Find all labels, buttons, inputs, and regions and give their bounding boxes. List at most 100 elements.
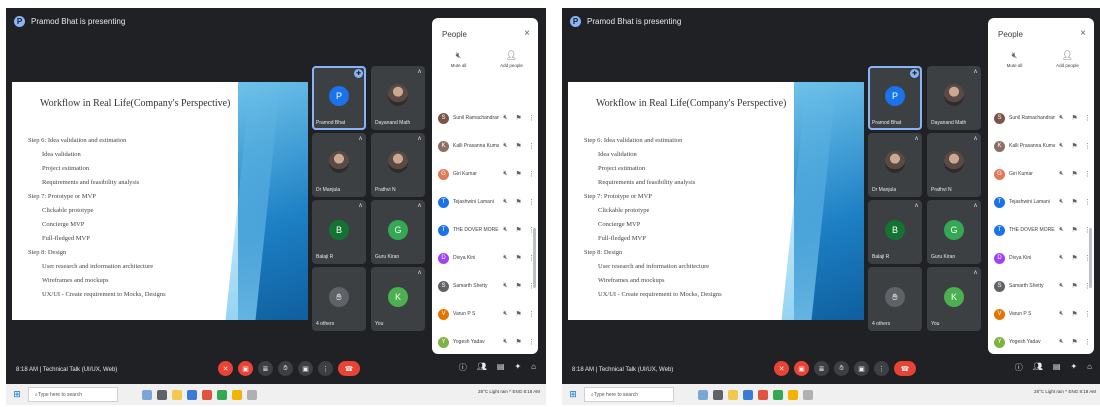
muted-mic-icon[interactable]: 🔇︎ xyxy=(1055,142,1068,150)
muted-mic-icon[interactable]: 🔇︎ xyxy=(499,198,512,206)
participant-row[interactable]: D Divya Kini 🔇︎ ⚑ ⋮ xyxy=(988,244,1094,272)
pin-icon[interactable]: ✚ xyxy=(910,69,919,78)
more-options-icon[interactable]: ⋮ xyxy=(1081,170,1094,178)
participant-tile[interactable]: Bʌ Balaji R xyxy=(312,200,366,264)
pin-icon[interactable]: ⚑ xyxy=(1068,226,1081,234)
muted-mic-icon[interactable]: 🔇︎ xyxy=(499,226,512,234)
mute-all-button[interactable]: 🔇︎ Mute all xyxy=(988,50,1041,84)
pin-icon[interactable]: ⚑ xyxy=(1068,254,1081,262)
taskbar-app-icon[interactable] xyxy=(142,389,152,400)
taskbar-app-icon[interactable] xyxy=(202,389,212,400)
muted-mic-icon[interactable]: 🔇︎ xyxy=(1055,254,1068,262)
taskbar-app-icon[interactable] xyxy=(803,389,813,400)
participant-row[interactable]: G Giri Kumar 🔇︎ ⚑ ⋮ xyxy=(988,160,1094,188)
participant-tile[interactable]: ʌ Dr Manjula xyxy=(868,133,922,197)
taskbar-app-icon[interactable] xyxy=(773,389,783,400)
more-options-icon[interactable]: ⋮ xyxy=(1081,114,1094,122)
taskbar-search-box[interactable]: ⌕ Type here to search xyxy=(28,387,118,402)
raise-hand-button[interactable]: ✋︎ xyxy=(834,361,849,376)
participant-tile[interactable]: Bʌ Balaji R xyxy=(868,200,922,264)
more-options-icon[interactable]: ⋮ xyxy=(525,114,538,122)
taskbar-app-icon[interactable] xyxy=(157,389,167,400)
add-people-button[interactable]: 👤︎ Add people xyxy=(485,50,538,84)
pin-icon[interactable]: ⚑ xyxy=(512,170,525,178)
muted-mic-icon[interactable]: 🔇︎ xyxy=(1055,114,1068,122)
taskbar-app-icon[interactable] xyxy=(758,389,768,400)
participant-tile[interactable]: P ✚ Pramod Bhat xyxy=(868,66,922,130)
end-call-button[interactable]: ☎ xyxy=(338,361,360,376)
participant-row[interactable]: Y Yogesh Yadav 🔇︎ ⚑ ⋮ xyxy=(988,328,1094,354)
more-options-icon[interactable]: ⋮ xyxy=(1081,226,1094,234)
muted-mic-icon[interactable]: 🔇︎ xyxy=(1055,198,1068,206)
participant-tile[interactable]: Kʌ You xyxy=(927,267,981,331)
participant-row[interactable]: T Tejashwini Lamani 🔇︎ ⚑ ⋮ xyxy=(988,188,1094,216)
participant-row[interactable]: S Sunil Ramachandran 🔇︎ ⚑ ⋮ xyxy=(988,104,1094,132)
more-options-icon[interactable]: ⋮ xyxy=(1081,338,1094,346)
muted-mic-icon[interactable]: 🔇︎ xyxy=(1055,338,1068,346)
pin-icon[interactable]: ⚑ xyxy=(1068,170,1081,178)
info-icon[interactable]: ⓘ xyxy=(1015,362,1023,373)
taskbar-app-icon[interactable] xyxy=(788,389,798,400)
chat-icon[interactable]: ▤ xyxy=(497,362,505,373)
end-call-button[interactable]: ☎ xyxy=(894,361,916,376)
captions-button[interactable]: ≣ xyxy=(814,361,829,376)
pin-icon[interactable]: ⚑ xyxy=(1068,142,1081,150)
muted-mic-icon[interactable]: 🔇︎ xyxy=(499,254,512,262)
chat-icon[interactable]: ▤ xyxy=(1053,362,1061,373)
windows-start-icon[interactable]: ⊞ xyxy=(566,388,580,402)
participant-row[interactable]: K Kalli Prasanna Kumar 🔇︎ ⚑ ⋮ xyxy=(988,132,1094,160)
participant-row[interactable]: T THE DOVER MORE 🔇︎ ⚑ ⋮ xyxy=(432,216,538,244)
participant-row[interactable]: V Varun P S 🔇︎ ⚑ ⋮ xyxy=(988,300,1094,328)
more-options-icon[interactable]: ⋮ xyxy=(1081,310,1094,318)
pin-icon[interactable]: ⚑ xyxy=(1068,198,1081,206)
muted-mic-icon[interactable]: 🔇︎ xyxy=(499,338,512,346)
muted-mic-icon[interactable]: 🔇︎ xyxy=(1055,282,1068,290)
participant-row[interactable]: S Samarth Shetty 🔇︎ ⚑ ⋮ xyxy=(432,272,538,300)
more-options-button[interactable]: ⋮ xyxy=(874,361,889,376)
more-options-icon[interactable]: ⋮ xyxy=(525,254,538,262)
pin-icon[interactable]: ⚑ xyxy=(512,198,525,206)
more-options-icon[interactable]: ⋮ xyxy=(525,338,538,346)
lock-icon[interactable]: ⌂ xyxy=(1087,362,1092,373)
lock-icon[interactable]: ⌂ xyxy=(531,362,536,373)
pin-icon[interactable]: ⚑ xyxy=(512,114,525,122)
pin-icon[interactable]: ⚑ xyxy=(512,310,525,318)
pin-icon[interactable]: ⚑ xyxy=(512,338,525,346)
participant-row[interactable]: T THE DOVER MORE 🔇︎ ⚑ ⋮ xyxy=(988,216,1094,244)
windows-start-icon[interactable]: ⊞ xyxy=(10,388,24,402)
muted-mic-icon[interactable]: 🔇︎ xyxy=(1055,226,1068,234)
taskbar-search-box[interactable]: ⌕ Type here to search xyxy=(584,387,674,402)
taskbar-app-icon[interactable] xyxy=(232,389,242,400)
participant-tile[interactable]: ʌ Prathvi N xyxy=(927,133,981,197)
participant-row[interactable]: V Varun P S 🔇︎ ⚑ ⋮ xyxy=(432,300,538,328)
participant-tile[interactable]: ✋︎ 4 others xyxy=(868,267,922,331)
participant-tile[interactable]: ʌ Dayanand Math xyxy=(371,66,425,130)
activities-icon[interactable]: ✦ xyxy=(514,362,521,373)
muted-mic-icon[interactable]: 🔇︎ xyxy=(499,170,512,178)
taskbar-app-icon[interactable] xyxy=(217,389,227,400)
pin-icon[interactable]: ⚑ xyxy=(512,282,525,290)
muted-mic-icon[interactable]: 🔇︎ xyxy=(499,310,512,318)
participant-row[interactable]: D Divya Kini 🔇︎ ⚑ ⋮ xyxy=(432,244,538,272)
close-icon[interactable]: × xyxy=(1080,28,1086,39)
pin-icon[interactable]: ⚑ xyxy=(1068,338,1081,346)
participant-tile[interactable]: ʌ Dr Manjula xyxy=(312,133,366,197)
taskbar-app-icon[interactable] xyxy=(247,389,257,400)
pin-icon[interactable]: ✚ xyxy=(354,69,363,78)
pin-icon[interactable]: ⚑ xyxy=(1068,310,1081,318)
more-options-icon[interactable]: ⋮ xyxy=(1081,142,1094,150)
participant-row[interactable]: T Tejashwini Lamani 🔇︎ ⚑ ⋮ xyxy=(432,188,538,216)
people-icon[interactable]: 👥︎ xyxy=(477,362,487,373)
muted-mic-icon[interactable]: 🔇︎ xyxy=(1055,170,1068,178)
camera-off-button[interactable]: ▣ xyxy=(794,361,809,376)
participant-row[interactable]: S Samarth Shetty 🔇︎ ⚑ ⋮ xyxy=(988,272,1094,300)
people-scrollbar[interactable] xyxy=(533,228,536,288)
muted-mic-icon[interactable]: 🔇︎ xyxy=(499,142,512,150)
muted-mic-icon[interactable]: 🔇︎ xyxy=(1055,310,1068,318)
add-people-button[interactable]: 👤︎ Add people xyxy=(1041,50,1094,84)
pin-icon[interactable]: ⚑ xyxy=(1068,114,1081,122)
taskbar-app-icon[interactable] xyxy=(728,389,738,400)
mic-off-button[interactable]: ✕ xyxy=(218,361,233,376)
participant-tile[interactable]: Gʌ Guru Kiran xyxy=(927,200,981,264)
more-options-button[interactable]: ⋮ xyxy=(318,361,333,376)
